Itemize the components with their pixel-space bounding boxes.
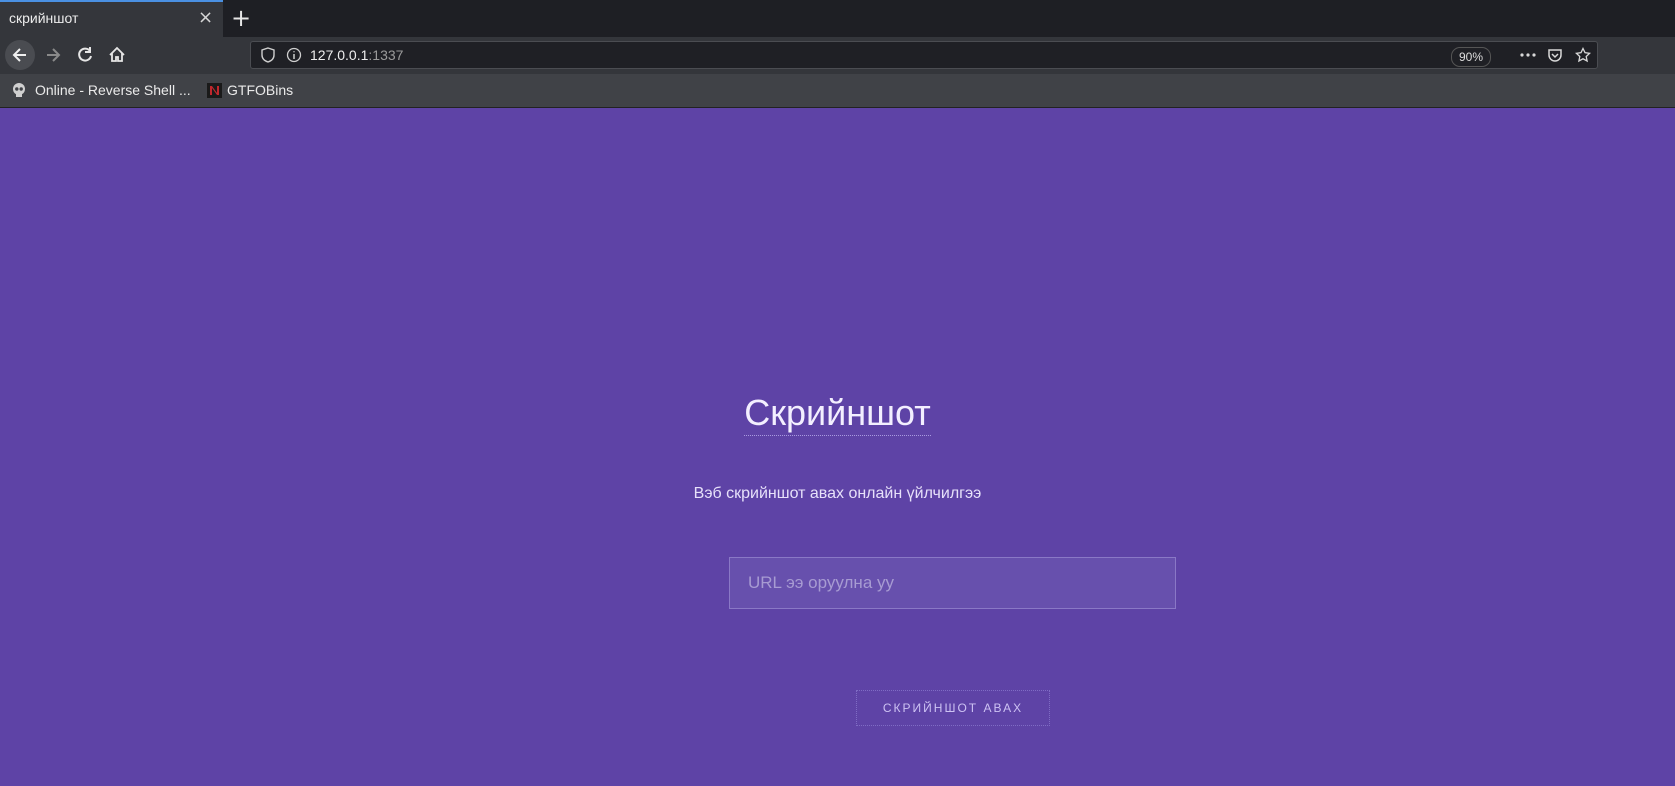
page-subtitle: Вэб скрийншот авах онлайн үйлчилгээ	[693, 485, 982, 502]
address-bar[interactable]: 127.0.0.1:1337 90%	[250, 41, 1598, 69]
bookmarks-bar: Online - Reverse Shell ... GTFOBins	[0, 74, 1675, 108]
back-button[interactable]	[5, 40, 35, 70]
gtfobins-icon	[207, 83, 222, 98]
zoom-indicator[interactable]: 90%	[1451, 47, 1492, 67]
shield-icon[interactable]	[260, 47, 276, 63]
reload-icon	[78, 47, 92, 62]
home-button[interactable]	[102, 40, 132, 70]
pocket-icon[interactable]	[1547, 47, 1563, 63]
take-screenshot-button[interactable]: СКРИЙНШОТ АВАХ	[856, 690, 1050, 726]
page-title-text: Скрийншот	[744, 392, 931, 436]
skull-icon	[13, 83, 25, 97]
url-text[interactable]: 127.0.0.1:1337	[310, 47, 403, 63]
page-content: Скрийншот Вэб скрийншот авах онлайн үйлч…	[0, 108, 1675, 786]
tab-title: скрийншот	[9, 10, 79, 26]
navigation-bar: 127.0.0.1:1337 90%	[0, 37, 1675, 74]
bookmark-label: GTFOBins	[227, 82, 294, 98]
more-icon[interactable]	[1519, 47, 1537, 63]
reload-button[interactable]	[70, 40, 100, 70]
new-tab-icon[interactable]: +	[231, 4, 251, 32]
arrow-left-icon	[12, 48, 26, 62]
tab-strip: скрийншот × +	[0, 0, 1675, 37]
close-tab-icon[interactable]: ×	[198, 9, 213, 27]
bookmark-label: Online - Reverse Shell ...	[35, 82, 191, 98]
url-port: :1337	[368, 47, 404, 63]
info-icon[interactable]	[286, 47, 302, 63]
url-host: 127.0.0.1	[310, 47, 369, 63]
page-title: Скрийншот	[0, 392, 1675, 436]
star-icon[interactable]	[1575, 47, 1591, 63]
arrow-right-icon	[47, 48, 61, 62]
home-icon	[109, 46, 125, 62]
active-tab[interactable]: скрийншот ×	[0, 0, 223, 37]
forward-button[interactable]	[38, 40, 68, 70]
url-input[interactable]	[729, 557, 1176, 609]
